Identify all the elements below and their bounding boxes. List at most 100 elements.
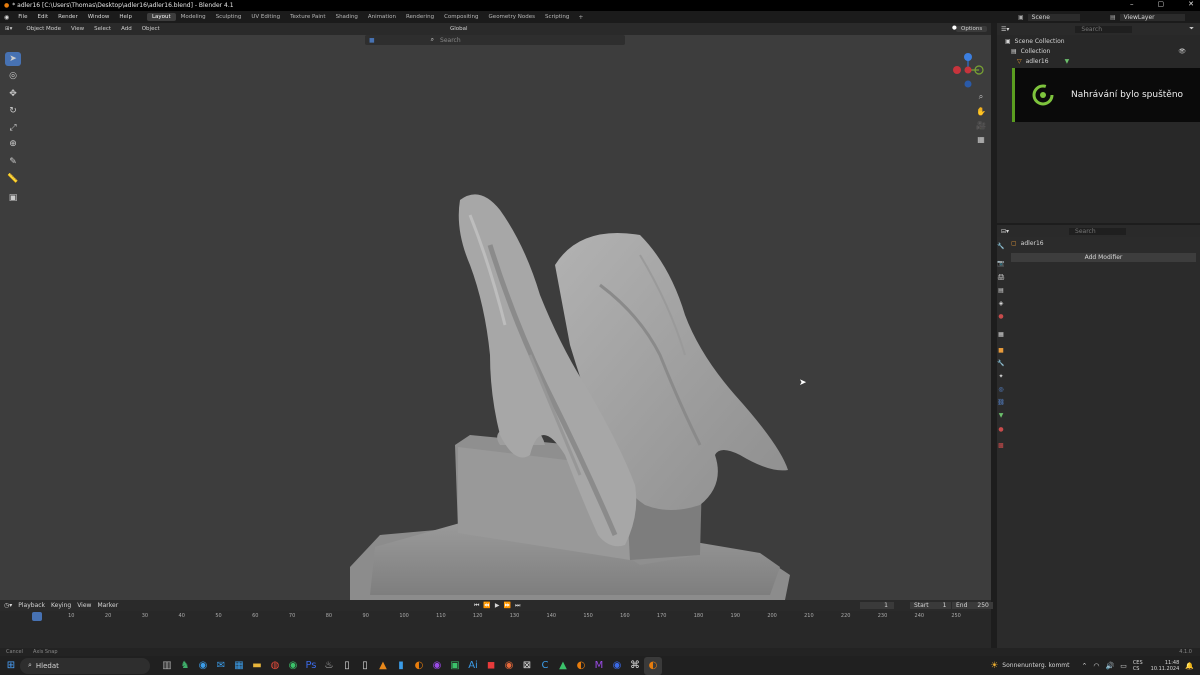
menu-playback[interactable]: Playback (18, 602, 45, 609)
3d-viewport[interactable]: ■ ⌕ Search ➤ ◎ ✥ ↻ ⤢ ⊕ ✎ 📏 ▣ ⌕ ✋ 🎥 ▦ ➤ (0, 35, 991, 600)
end-frame-field[interactable]: End 250 (952, 602, 993, 609)
menu-view[interactable]: View (66, 26, 89, 32)
app-icon-ai[interactable]: Ai (464, 657, 482, 675)
volume-icon[interactable]: 🔊 (1105, 662, 1114, 670)
render-props-icon[interactable]: 📷 (997, 259, 1005, 267)
collection-props-icon[interactable]: ▦ (997, 330, 1005, 338)
properties-search[interactable]: Search (1069, 227, 1126, 235)
edge-icon[interactable]: ◉ (194, 657, 212, 675)
app-icon-copilot[interactable]: ♞ (176, 657, 194, 675)
outliner-editor-icon[interactable]: ☰▾ (1001, 26, 1009, 33)
output-props-icon[interactable]: 🖨 (997, 273, 1005, 281)
particles-props-icon[interactable]: ✦ (997, 372, 1005, 380)
app-icon-purple[interactable]: ◉ (428, 657, 446, 675)
viewport-options[interactable]: Options (956, 26, 988, 32)
blender-taskbar-icon[interactable]: ◐ (410, 657, 428, 675)
rotate-tool-icon[interactable]: ↻ (5, 104, 21, 118)
outliner-row-scene-collection[interactable]: ▣ Scene Collection (997, 35, 1200, 48)
data-props-icon[interactable]: ▼ (997, 411, 1005, 419)
close-icon[interactable]: ✕ (1188, 0, 1194, 8)
app-icon-blue[interactable]: ▮ (392, 657, 410, 675)
add-modifier-button[interactable]: Add Modifier (1011, 253, 1196, 262)
app-icon-orange[interactable]: ◉ (500, 657, 518, 675)
navigation-gizmo[interactable] (948, 49, 988, 91)
tab-modeling[interactable]: Modeling (176, 13, 211, 21)
store-icon[interactable]: ▦ (230, 657, 248, 675)
weather-widget[interactable]: ☀ Sonnenunterg. kommt (990, 661, 1069, 671)
texture-props-icon[interactable]: ▩ (997, 441, 1005, 449)
windows-start-icon[interactable]: ⊞ (2, 657, 20, 675)
notifications-icon[interactable]: 🔔 (1185, 662, 1194, 670)
app-icon-green[interactable]: ▣ (446, 657, 464, 675)
add-workspace-icon[interactable]: + (574, 14, 587, 21)
app-icon-red[interactable]: ◼ (482, 657, 500, 675)
viewlayer-name[interactable]: ViewLayer (1119, 13, 1185, 21)
start-frame-field[interactable]: Start 1 (910, 602, 951, 609)
shading-solid-icon[interactable]: ● (952, 25, 957, 31)
constraints-props-icon[interactable]: ⛓ (997, 398, 1005, 406)
filter-icon[interactable]: ⏷ (1189, 25, 1200, 33)
tool-props-icon[interactable]: 🔧 (997, 242, 1005, 250)
language-indicator[interactable]: CES CS (1133, 660, 1143, 672)
file-explorer-icon[interactable]: ▬ (248, 657, 266, 675)
object-props-icon[interactable]: ■ (997, 346, 1005, 354)
blender-taskbar-icon-2[interactable]: ◐ (572, 657, 590, 675)
scene-props-icon[interactable]: ◈ (997, 299, 1005, 307)
clock[interactable]: 11:48 10.11.2024 (1151, 660, 1180, 672)
menu-render[interactable]: Render (53, 14, 83, 20)
select-tool-icon[interactable]: ➤ (5, 52, 21, 66)
document-icon[interactable]: ▯ (338, 657, 356, 675)
timeline-editor-icon[interactable]: ◷▾ (4, 602, 12, 609)
tab-animation[interactable]: Animation (363, 13, 401, 21)
menu-add[interactable]: Add (116, 26, 137, 32)
menu-help[interactable]: Help (114, 14, 137, 20)
measure-tool-icon[interactable]: 📏 (5, 172, 21, 186)
menu-timeline-view[interactable]: View (77, 602, 91, 609)
mail-icon[interactable]: ✉ (212, 657, 230, 675)
notes-icon[interactable]: ▯ (356, 657, 374, 675)
tab-texture-paint[interactable]: Texture Paint (285, 13, 331, 21)
tab-uv-editing[interactable]: UV Editing (246, 13, 285, 21)
visibility-eye-icon[interactable]: 👁 (1178, 48, 1186, 55)
network-icon[interactable]: ◠ (1093, 662, 1099, 670)
playhead[interactable] (32, 612, 42, 621)
outliner-row-object[interactable]: ▽ adler16 ▼ (997, 55, 1200, 68)
jump-start-icon[interactable]: ⏮ (474, 602, 479, 610)
photoshop-icon[interactable]: Ps (302, 657, 320, 675)
move-tool-icon[interactable]: ✥ (5, 87, 21, 101)
camera-view-icon[interactable]: 🎥 (974, 118, 988, 132)
jump-end-icon[interactable]: ⏭ (515, 602, 520, 610)
chevron-up-icon[interactable]: ⌃ (1081, 662, 1087, 670)
app-icon-m[interactable]: M (590, 657, 608, 675)
app-icon-vs[interactable]: ⌘ (626, 657, 644, 675)
scene-name[interactable]: Scene (1027, 13, 1080, 21)
pan-hand-icon[interactable]: ✋ (974, 104, 988, 118)
battery-icon[interactable]: ▭ (1120, 662, 1127, 670)
eagle-sculpture-model[interactable] (340, 155, 810, 600)
grid-view-icon[interactable]: ▦ (974, 132, 988, 146)
modifier-props-icon[interactable]: 🔧 (997, 359, 1005, 367)
task-view-icon[interactable]: ▥ (158, 657, 176, 675)
app-icon-triangle[interactable]: ▲ (554, 657, 572, 675)
material-props-icon[interactable]: ● (997, 425, 1005, 433)
blender-active-icon[interactable]: ◐ (644, 656, 662, 675)
system-tray[interactable]: ⌃ ◠ 🔊 ▭ (1081, 662, 1126, 670)
tab-compositing[interactable]: Compositing (439, 13, 483, 21)
tab-sculpting[interactable]: Sculpting (211, 13, 247, 21)
menu-keying[interactable]: Keying (51, 602, 71, 609)
annotate-tool-icon[interactable]: ✎ (5, 155, 21, 169)
viewport-search[interactable]: Search (440, 37, 461, 44)
physics-props-icon[interactable]: ◎ (997, 385, 1005, 393)
menu-file[interactable]: File (13, 14, 32, 20)
maximize-icon[interactable]: ▢ (1158, 0, 1165, 8)
tab-scripting[interactable]: Scripting (540, 13, 574, 21)
menu-object[interactable]: Object (137, 26, 165, 32)
mode-select[interactable]: Object Mode (21, 26, 66, 32)
outliner-row-collection[interactable]: ▤ Collection 👁 (997, 48, 1200, 55)
add-cube-tool-icon[interactable]: ▣ (5, 191, 21, 205)
app-icon-blue-2[interactable]: ◉ (608, 657, 626, 675)
select-box-icon[interactable]: ■ (369, 37, 375, 44)
world-props-icon[interactable]: ● (997, 312, 1005, 320)
properties-editor-icon[interactable]: ⊟▾ (1001, 228, 1009, 235)
blender-menu-icon[interactable]: ◉ (0, 14, 13, 21)
